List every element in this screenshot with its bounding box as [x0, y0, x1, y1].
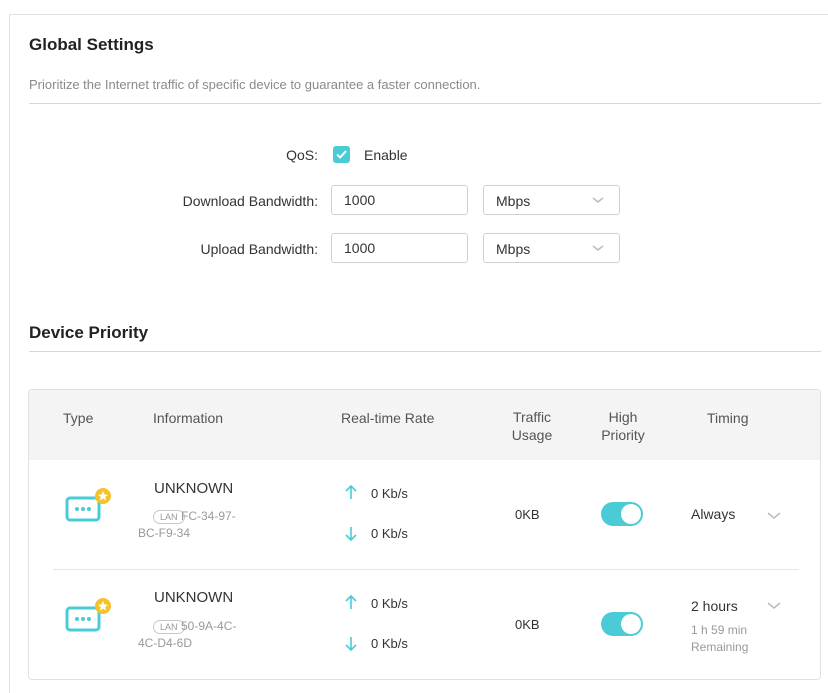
row-divider	[53, 569, 799, 570]
high-priority-toggle[interactable]	[601, 502, 643, 526]
download-unit-select[interactable]: Mbps	[483, 185, 620, 215]
chevron-down-icon[interactable]	[766, 511, 782, 521]
column-header-usage-line2: Usage	[511, 427, 553, 443]
check-icon	[336, 150, 347, 159]
column-header-priority-line2: Priority	[601, 427, 645, 443]
download-bandwidth-label: Download Bandwidth:	[182, 193, 318, 209]
download-arrow-icon	[345, 637, 357, 652]
toggle-knob	[621, 614, 641, 634]
high-priority-toggle[interactable]	[601, 612, 643, 636]
chevron-down-icon[interactable]	[766, 601, 782, 611]
global-settings-title: Global Settings	[29, 35, 154, 54]
timing-remaining: 1 h 59 min Remaining	[691, 622, 771, 656]
qos-enable-label[interactable]: Enable	[364, 147, 408, 163]
device-mac: 50-9A-4C-	[181, 618, 291, 635]
download-rate: 0 Kb/s	[371, 636, 408, 651]
device-name: UNKNOWN	[154, 589, 234, 606]
device-mac-line1: FC-34-97-	[181, 509, 236, 523]
device-priority-title: Device Priority	[29, 323, 149, 342]
column-header-priority-line1: High	[608, 409, 638, 425]
timing-remaining-line1: 1 h 59 min	[691, 623, 748, 637]
upload-bandwidth-label: Upload Bandwidth:	[200, 241, 318, 257]
column-header-timing: Timing	[707, 410, 749, 426]
device-priority-table: Type Information Real-time Rate Traffic …	[28, 389, 821, 680]
column-header-priority: High Priority	[593, 408, 653, 444]
global-settings-description: Prioritize the Internet traffic of speci…	[29, 77, 481, 92]
upload-unit-value: Mbps	[496, 241, 531, 257]
column-header-type: Type	[63, 410, 94, 426]
download-unit-value: Mbps	[496, 193, 531, 209]
table-header: Type Information Real-time Rate Traffic …	[29, 390, 820, 460]
traffic-usage: 0KB	[515, 617, 540, 632]
download-rate: 0 Kb/s	[371, 526, 408, 541]
device-mac: FC-34-97-	[181, 508, 291, 525]
lan-device-icon	[65, 488, 111, 522]
chevron-down-icon	[592, 245, 604, 251]
column-header-usage-line1: Traffic	[512, 409, 552, 425]
timing-remaining-line2: Remaining	[691, 640, 749, 654]
device-priority-divider	[29, 351, 821, 352]
timing-value[interactable]: Always	[691, 506, 735, 522]
download-arrow-icon	[345, 527, 357, 542]
toggle-knob	[621, 504, 641, 524]
lan-device-icon	[65, 598, 111, 632]
traffic-usage: 0KB	[515, 507, 540, 522]
chevron-down-icon	[592, 197, 604, 203]
upload-arrow-icon	[345, 484, 357, 499]
column-header-usage: Traffic Usage	[505, 408, 559, 444]
download-bandwidth-input[interactable]	[331, 185, 468, 215]
device-mac-line2: BC-F9-34	[138, 526, 191, 540]
upload-unit-select[interactable]: Mbps	[483, 233, 620, 263]
column-header-rate: Real-time Rate	[341, 410, 435, 426]
upload-rate: 0 Kb/s	[371, 596, 408, 611]
global-settings-divider	[29, 103, 821, 104]
device-mac-line1: 50-9A-4C-	[181, 619, 237, 633]
device-name: UNKNOWN	[154, 480, 234, 497]
timing-value[interactable]: 2 hours	[691, 598, 738, 614]
lan-badge: LAN	[153, 510, 185, 524]
qos-label: QoS:	[286, 147, 318, 163]
upload-bandwidth-input[interactable]	[331, 233, 468, 263]
device-mac-line2: 4C-D4-6D	[138, 636, 193, 650]
lan-badge: LAN	[153, 620, 185, 634]
column-header-information: Information	[153, 410, 224, 426]
upload-arrow-icon	[345, 594, 357, 609]
qos-enable-checkbox[interactable]	[333, 146, 350, 163]
upload-rate: 0 Kb/s	[371, 486, 408, 501]
